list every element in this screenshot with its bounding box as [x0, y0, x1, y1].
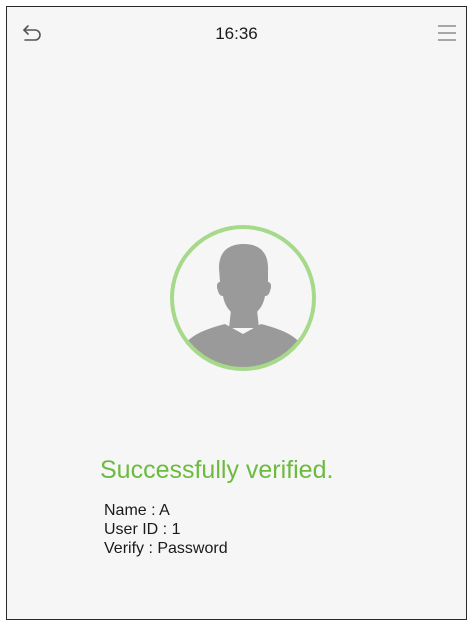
device-screen: 16:36 Successfully verified. Name: A Us…: [6, 6, 467, 620]
user-id-line: User ID : 1: [104, 521, 181, 538]
success-message: Successfully verified.: [100, 456, 334, 484]
user-silhouette-icon: [170, 225, 316, 371]
name-line: Name : A: [104, 502, 170, 519]
clock-time: 16:36: [215, 24, 258, 43]
menu-button[interactable]: [432, 21, 460, 45]
hamburger-menu-icon: [438, 25, 456, 41]
status-bar: 16:36: [7, 7, 466, 59]
verification-details: Name : A User ID : 1 Verify : Password: [104, 501, 228, 558]
verify-method-line: Verify : Password: [104, 540, 228, 557]
user-avatar: [169, 224, 317, 372]
